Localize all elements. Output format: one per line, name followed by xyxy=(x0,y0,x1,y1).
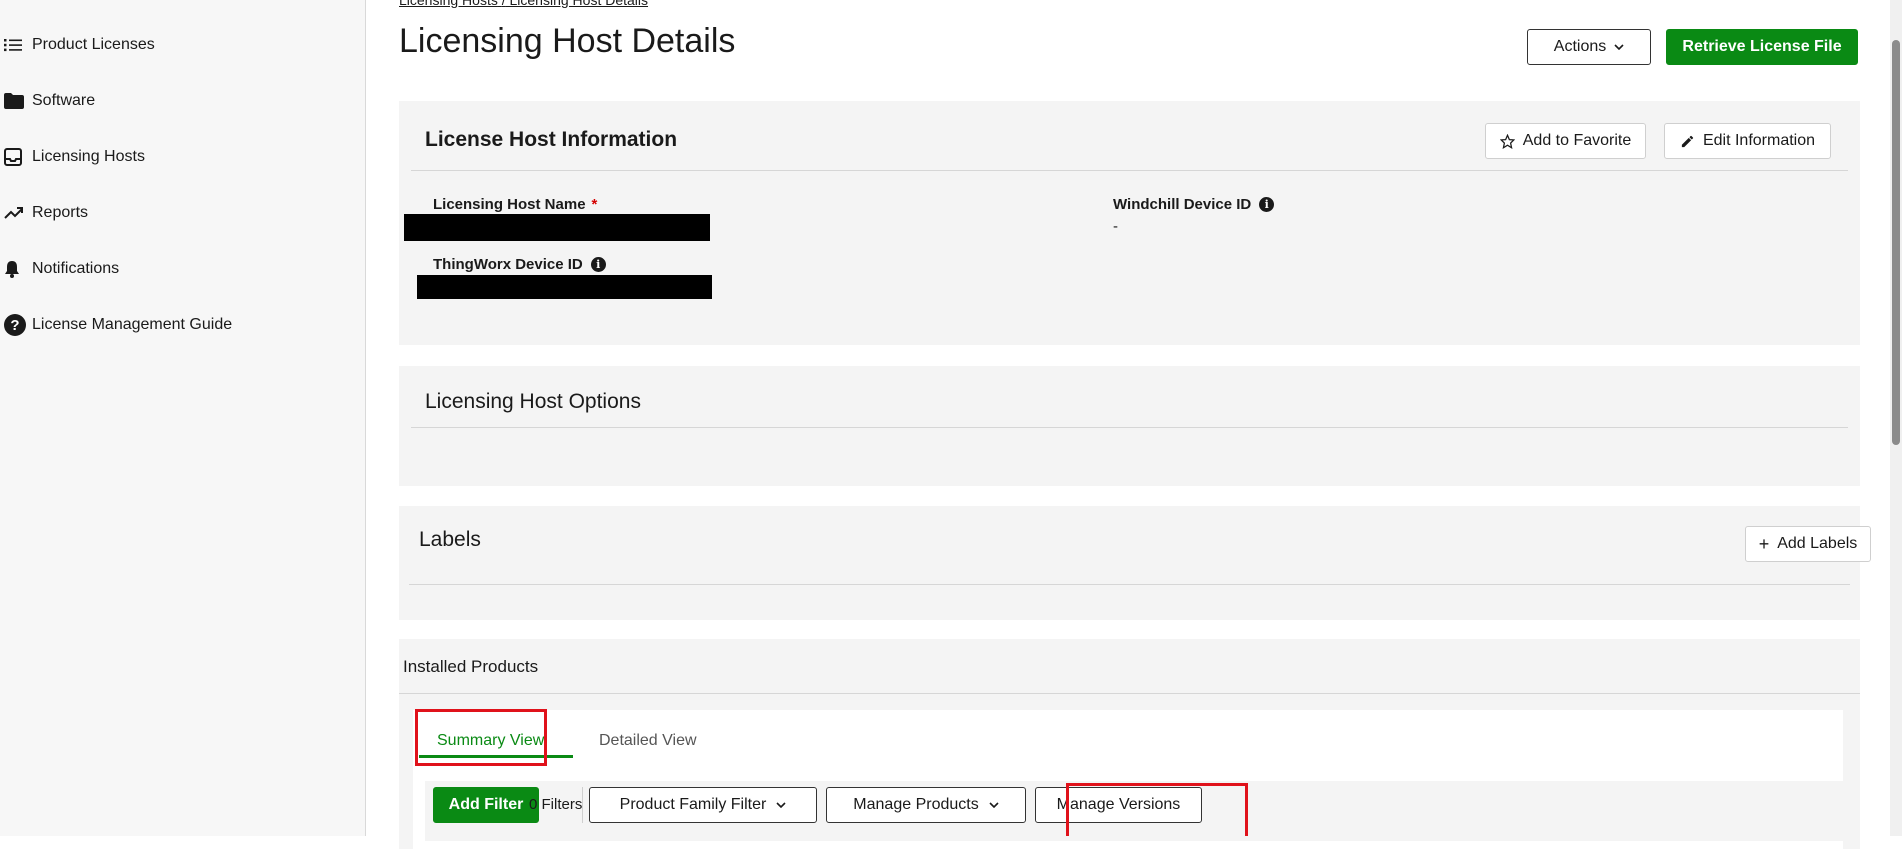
highlight-box-summary-view xyxy=(415,709,547,766)
sidebar-item-label: Software xyxy=(32,92,96,109)
breadcrumb-current: Licensing Host Details xyxy=(509,0,649,8)
product-family-label: Product Family Filter xyxy=(619,796,767,813)
sidebar-item-software[interactable]: Software xyxy=(0,86,95,116)
breadcrumb: Licensing Hosts / Licensing Host Details xyxy=(399,0,648,8)
sidebar-item-notifications[interactable]: Notifications xyxy=(0,254,119,284)
sidebar-item-reports[interactable]: Reports xyxy=(0,198,88,228)
add-filter-button[interactable]: Add Filter xyxy=(433,787,539,823)
panel-title: Labels xyxy=(419,528,481,551)
list-icon xyxy=(4,35,28,55)
star-icon xyxy=(1499,133,1515,149)
labels-panel: Labels + Add Labels xyxy=(399,506,1871,620)
thingworx-label-text: ThingWorx Device ID xyxy=(433,256,583,273)
windchill-device-id-label: Windchill Device ID i xyxy=(1113,196,1275,213)
plus-icon: + xyxy=(1758,534,1770,554)
redacted-host-name xyxy=(404,214,710,241)
sidebar-item-guide[interactable]: ? License Management Guide xyxy=(0,310,232,340)
trend-up-icon xyxy=(4,203,28,223)
info-icon: i xyxy=(1259,197,1275,212)
add-to-favorite-button[interactable]: Add to Favorite xyxy=(1485,123,1646,159)
sidebar-item-licensing-hosts[interactable]: Licensing Hosts xyxy=(0,142,145,172)
edit-label: Edit Information xyxy=(1702,132,1816,149)
panel-divider xyxy=(411,170,1848,171)
windchill-device-id-value: - xyxy=(1113,218,1118,235)
panel-divider xyxy=(409,584,1850,585)
add-labels-button[interactable]: + Add Labels xyxy=(1745,526,1871,562)
scrollbar-thumb[interactable] xyxy=(1892,40,1900,445)
chevron-down-icon xyxy=(1614,44,1624,50)
breadcrumb-separator: / xyxy=(501,0,506,8)
sidebar-item-label: Product Licenses xyxy=(32,36,155,53)
product-family-filter-dropdown[interactable]: Product Family Filter xyxy=(589,787,817,823)
windchill-label-text: Windchill Device ID xyxy=(1113,196,1252,213)
redacted-thingworx-id xyxy=(417,275,712,299)
tab-detailed-view[interactable]: Detailed View xyxy=(599,732,697,750)
panel-title: Installed Products xyxy=(403,657,539,676)
svg-text:?: ? xyxy=(10,317,19,334)
sidebar-item-product-licenses[interactable]: Product Licenses xyxy=(0,30,155,60)
licensing-host-name-label: Licensing Host Name * xyxy=(433,196,597,213)
edit-information-button[interactable]: Edit Information xyxy=(1664,123,1831,159)
page-scrollbar[interactable] xyxy=(1890,0,1902,836)
sidebar-item-label: Licensing Hosts xyxy=(32,148,145,165)
pencil-icon xyxy=(1680,134,1695,149)
host-name-label-text: Licensing Host Name xyxy=(433,196,586,213)
info-icon: i xyxy=(590,257,606,272)
bell-icon xyxy=(4,259,28,279)
panel-title: License Host Information xyxy=(425,128,678,151)
required-marker: * xyxy=(591,196,598,213)
sidebar-item-label: Reports xyxy=(32,204,89,221)
license-host-information-panel: License Host Information Add to Favorite… xyxy=(399,101,1860,345)
main-content: Licensing Hosts / Licensing Host Details… xyxy=(367,0,1902,860)
favorite-label: Add to Favorite xyxy=(1522,132,1632,149)
sidebar: Product Licenses Software Licensing Host… xyxy=(0,0,366,836)
thingworx-device-id-label: ThingWorx Device ID i xyxy=(433,256,606,273)
panel-divider xyxy=(399,693,1860,694)
chevron-down-icon xyxy=(989,802,999,808)
manage-products-label: Manage Products xyxy=(853,796,979,813)
actions-dropdown-button[interactable]: Actions xyxy=(1527,29,1651,65)
folder-icon xyxy=(4,91,28,111)
add-labels-label: Add Labels xyxy=(1777,535,1858,552)
chevron-down-icon xyxy=(776,802,786,808)
panel-title: Licensing Host Options xyxy=(425,390,641,413)
sidebar-item-label: License Management Guide xyxy=(32,316,233,333)
page-title: Licensing Host Details xyxy=(399,22,736,60)
panel-divider xyxy=(411,427,1848,428)
toolbar-separator xyxy=(582,787,583,823)
retrieve-license-file-button[interactable]: Retrieve License File xyxy=(1666,29,1858,65)
licensing-host-options-panel: Licensing Host Options xyxy=(399,366,1860,486)
actions-label: Actions xyxy=(1553,38,1607,55)
manage-products-dropdown[interactable]: Manage Products xyxy=(826,787,1026,823)
help-circle-icon: ? xyxy=(4,314,28,336)
sidebar-item-label: Notifications xyxy=(32,260,120,277)
filters-count: 0 Filters xyxy=(529,796,583,813)
breadcrumb-parent-link[interactable]: Licensing Hosts xyxy=(399,0,498,8)
inbox-icon xyxy=(4,147,28,167)
highlight-box-manage-versions xyxy=(1066,783,1248,836)
